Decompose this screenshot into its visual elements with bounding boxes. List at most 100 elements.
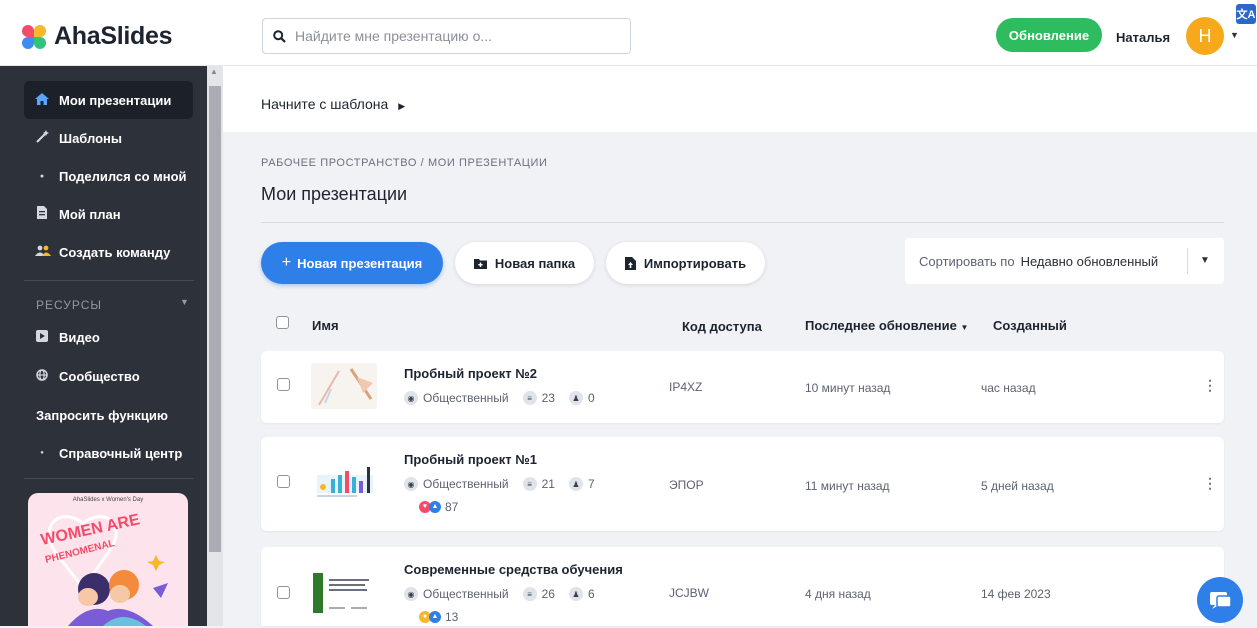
participant-count: 0	[587, 391, 595, 405]
sidebar-item-label: Создать команду	[59, 244, 171, 260]
visibility-label: Общественный	[423, 391, 509, 405]
avatar[interactable]: H	[1186, 17, 1224, 55]
title-divider	[261, 222, 1224, 223]
sidebar-item-my-plan[interactable]: Мой план	[24, 195, 193, 233]
column-header-name[interactable]: Имя	[312, 318, 339, 333]
chevron-right-icon: ▶	[398, 101, 406, 111]
sidebar-item-shared[interactable]: ● Поделился со мной	[24, 157, 193, 195]
thumbs-up-icon: ▲	[429, 611, 441, 623]
sort-value: Недавно обновленный	[1020, 253, 1159, 269]
sidebar-divider	[24, 280, 194, 281]
new-presentation-button[interactable]: + Новая презентация	[261, 242, 443, 284]
new-folder-button[interactable]: Новая папка	[455, 242, 594, 284]
scroll-up-icon[interactable]: ▲	[210, 67, 218, 76]
more-options-icon[interactable]: ⋮	[1203, 377, 1217, 394]
chat-support-button[interactable]	[1197, 577, 1243, 623]
sidebar-item-create-team[interactable]: Создать команду	[24, 233, 193, 271]
top-bar: AhaSlides Обновление Наталья H ▼ 文A	[0, 0, 1257, 66]
app-name: AhaSlides	[54, 22, 173, 50]
sort-dropdown[interactable]: Сортировать по Недавно обновленный ▼	[905, 238, 1224, 284]
page-title: Мои презентации	[261, 184, 408, 204]
sidebar-item-label: Сообщество	[59, 368, 140, 384]
more-options-icon[interactable]: ⋮	[1203, 475, 1217, 492]
promo-illustration: WOMEN ARE PHENOMENAL	[39, 511, 168, 626]
participant-count: 6	[587, 587, 595, 601]
presentation-thumbnail[interactable]	[311, 363, 377, 409]
resources-heading[interactable]: РЕСУРСЫ	[36, 298, 102, 312]
created-time: 14 фев 2023	[981, 587, 1051, 601]
start-from-template-link[interactable]: Начните с шаблона ▶	[261, 96, 405, 112]
eye-icon: ◉	[404, 587, 418, 601]
sidebar-item-label: Запросить функцию	[36, 407, 169, 423]
eye-icon: ◉	[404, 391, 418, 405]
sidebar-scrollbar-thumb[interactable]	[209, 86, 221, 552]
womens-day-promo-banner[interactable]: AhaSlides x Women's Day WOMEN ARE PHENOM…	[28, 493, 188, 626]
presentation-meta: ◉ Общественный ≡ 26 ♟ 6	[404, 587, 595, 601]
team-icon	[35, 245, 51, 260]
import-button[interactable]: Импортировать	[606, 242, 765, 284]
chevron-down-icon[interactable]: ▼	[180, 297, 189, 307]
sidebar-divider	[24, 478, 194, 479]
sidebar-item-label: Поделился со мной	[59, 168, 187, 184]
presentation-thumbnail[interactable]	[311, 571, 377, 617]
sidebar-item-request-feature[interactable]: Запросить функцию	[24, 396, 193, 434]
template-link-label: Начните с шаблона	[261, 96, 389, 112]
created-time: 5 дней назад	[981, 479, 1054, 493]
presentation-title[interactable]: Пробный проект №2	[404, 366, 537, 381]
table-row[interactable]: Современные средства обучения ◉ Обществе…	[261, 547, 1224, 626]
sidebar-item-label: Видео	[59, 329, 100, 345]
participants-icon: ♟	[568, 587, 583, 601]
upgrade-button[interactable]: Обновление	[996, 18, 1102, 52]
presentation-title[interactable]: Пробный проект №1	[404, 452, 537, 467]
select-all-checkbox[interactable]	[276, 316, 289, 329]
sidebar-item-my-presentations[interactable]: Мои презентации	[24, 81, 193, 119]
chevron-down-icon: ▼	[1200, 255, 1210, 266]
document-icon	[35, 206, 49, 222]
sidebar-item-label: Шаблоны	[59, 130, 122, 146]
slides-stack-icon: ≡	[522, 587, 537, 601]
logo-icon	[22, 24, 46, 49]
chevron-down-icon[interactable]: ▼	[1230, 30, 1239, 40]
eye-icon: ◉	[404, 477, 418, 491]
search-input[interactable]	[295, 28, 615, 44]
row-checkbox[interactable]	[277, 378, 290, 391]
updated-time: 4 дня назад	[805, 587, 871, 601]
sidebar-item-label: Справочный центр	[59, 445, 183, 461]
folder-plus-icon	[473, 258, 487, 269]
column-header-created[interactable]: Созданный	[993, 318, 1067, 333]
slide-count: 21	[541, 477, 555, 491]
access-code: IP4XZ	[669, 380, 703, 394]
table-row[interactable]: Пробный проект №1 ◉ Общественный ≡ 21 ♟ …	[261, 437, 1224, 531]
app-logo[interactable]: AhaSlides	[22, 22, 172, 51]
row-checkbox[interactable]	[277, 586, 290, 599]
sidebar-item-community[interactable]: Сообщество	[24, 357, 193, 395]
sidebar-item-video[interactable]: Видео	[24, 318, 193, 356]
sidebar-item-help-center[interactable]: ● Справочный центр	[24, 434, 193, 472]
breadcrumb[interactable]: РАБОЧЕЕ ПРОСТРАНСТВО / МОИ ПРЕЗЕНТАЦИИ	[261, 157, 548, 169]
presentation-meta: ◉ Общественный ≡ 23 ♟ 0	[404, 391, 595, 405]
slide-count: 26	[541, 587, 555, 601]
chat-icon	[1210, 592, 1232, 609]
slide-count: 23	[541, 391, 555, 405]
dot-icon: ●	[40, 450, 44, 456]
column-header-updated[interactable]: Последнее обновление ▼	[805, 318, 968, 333]
row-checkbox[interactable]	[277, 475, 290, 488]
column-header-code[interactable]: Код доступа	[682, 319, 762, 334]
created-time: час назад	[981, 381, 1036, 395]
presentation-title[interactable]: Современные средства обучения	[404, 562, 623, 577]
sidebar-item-templates[interactable]: Шаблоны	[24, 119, 193, 157]
home-icon	[35, 92, 49, 108]
new-folder-label: Новая папка	[494, 255, 576, 271]
column-header-updated-label: Последнее обновление	[805, 318, 957, 333]
updated-time: 10 минут назад	[805, 381, 891, 395]
new-presentation-label: Новая презентация	[297, 255, 423, 271]
translate-icon[interactable]: 文A	[1236, 4, 1256, 24]
reaction-count: 13	[445, 610, 459, 624]
search-box[interactable]	[262, 18, 631, 54]
sort-label: Сортировать по	[919, 253, 1015, 269]
presentation-thumbnail[interactable]	[311, 461, 377, 507]
sort-separator	[1187, 248, 1188, 274]
table-row[interactable]: Пробный проект №2 ◉ Общественный ≡ 23 ♟ …	[261, 351, 1224, 423]
thumbs-up-icon: ▲	[429, 501, 441, 513]
user-name[interactable]: Наталья	[1116, 30, 1170, 45]
